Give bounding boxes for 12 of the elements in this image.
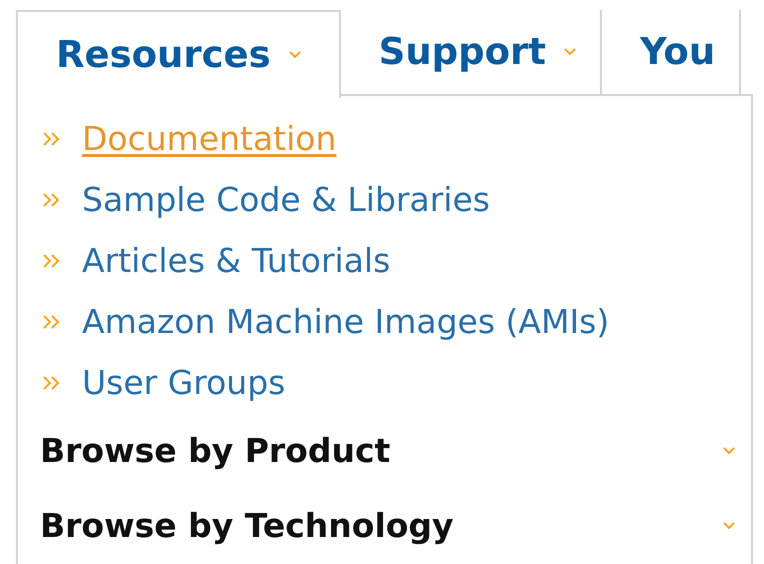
double-chevron-icon <box>42 130 62 146</box>
double-chevron-icon <box>42 192 62 208</box>
menu-link[interactable]: Articles & Tutorials <box>82 236 390 286</box>
menu-link[interactable]: User Groups <box>82 358 286 408</box>
double-chevron-icon <box>42 314 62 330</box>
menu-link[interactable]: Sample Code & Libraries <box>82 174 490 224</box>
double-chevron-icon <box>42 252 62 268</box>
menu-link[interactable]: Amazon Machine Images (AMIs) <box>82 296 610 346</box>
double-chevron-icon <box>42 374 62 390</box>
section-toggle[interactable]: Browse by Technology <box>18 488 751 563</box>
section-toggle[interactable]: Browse by Product <box>18 413 751 488</box>
menu-tab[interactable]: Resources <box>16 10 341 98</box>
